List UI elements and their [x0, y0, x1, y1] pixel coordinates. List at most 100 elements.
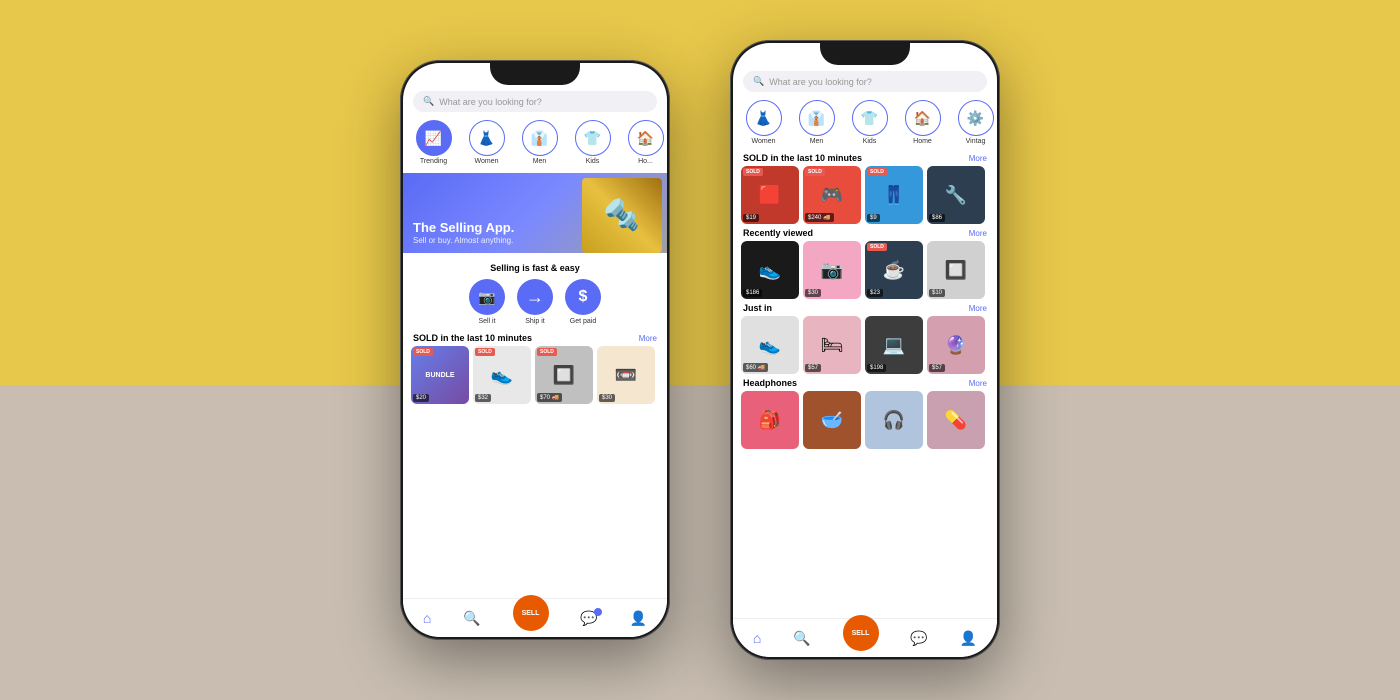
product-right-sold-0[interactable]: 🟥 SOLD $19	[741, 166, 799, 224]
cat-women[interactable]: 👗 Women	[464, 120, 509, 165]
cat-right-icon-kids: 👕	[852, 100, 888, 136]
sell-button-right[interactable]: SELL	[843, 615, 879, 651]
cat-right-men[interactable]: 👔 Men	[794, 100, 839, 145]
price-left-3: $30	[599, 394, 615, 402]
justin-more-right[interactable]: More	[969, 304, 987, 313]
sell-button-left[interactable]: SELL	[513, 595, 549, 631]
cat-right-kids[interactable]: 👕 Kids	[847, 100, 892, 145]
hero-subtitle-left: Sell or buy. Almost anything.	[413, 236, 514, 245]
bottom-nav-right: ⌂ 🔍 SELL 💬 👤	[733, 618, 997, 657]
search-bar-left[interactable]: 🔍 What are you looking for?	[413, 91, 657, 112]
nav-messages-right[interactable]: 💬	[910, 630, 927, 647]
sold-more-right[interactable]: More	[969, 154, 987, 163]
step-sell-icon: 📷	[469, 279, 505, 315]
search-nav-icon-right: 🔍	[793, 630, 810, 647]
messages-badge-left	[594, 608, 602, 616]
nav-sell-right[interactable]: SELL	[843, 625, 879, 651]
step-getpaid[interactable]: $ Get paid	[565, 279, 601, 325]
price-right-ji-3: $57	[929, 364, 945, 372]
product-right-ji-2[interactable]: 💻 $198	[865, 316, 923, 374]
recently-title-right: Recently viewed	[743, 228, 813, 238]
search-placeholder-left: What are you looking for?	[439, 97, 542, 107]
product-img-right-hp-1: 🥣	[803, 391, 861, 449]
home-icon-left: ⌂	[423, 610, 431, 626]
product-left-0[interactable]: BUNDLE SOLD $20	[411, 346, 469, 404]
price-left-2: $70 🚚	[537, 393, 562, 402]
fast-steps: 📷 Sell it → Ship it $ Get paid	[413, 279, 657, 325]
cat-right-label-kids: Kids	[863, 138, 877, 145]
fast-title: Selling is fast & easy	[413, 263, 657, 273]
cat-right-vintage[interactable]: ⚙️ Vintag	[953, 100, 997, 145]
cat-label-home: Ho...	[638, 158, 653, 165]
product-left-2[interactable]: 🔲 SOLD $70 🚚	[535, 346, 593, 404]
cat-kids[interactable]: 👕 Kids	[570, 120, 615, 165]
cat-right-icon-women: 👗	[746, 100, 782, 136]
product-img-right-hp-2: 🎧	[865, 391, 923, 449]
cat-right-women[interactable]: 👗 Women	[741, 100, 786, 145]
product-right-rv-1[interactable]: 📷 $30	[803, 241, 861, 299]
product-right-ji-3[interactable]: 🔮 $57	[927, 316, 985, 374]
price-right-sold-2: $9	[867, 214, 880, 222]
product-right-ji-0[interactable]: 👟 $60 🚚	[741, 316, 799, 374]
sold-products-left: BUNDLE SOLD $20 👟 SOLD $32 🔲 SOLD $70 🚚	[403, 346, 667, 404]
step-getpaid-label: Get paid	[570, 318, 596, 325]
step-sell[interactable]: 📷 Sell it	[469, 279, 505, 325]
search-icon-right: 🔍	[753, 76, 764, 87]
cat-icon-women: 👗	[469, 120, 505, 156]
product-right-ji-1[interactable]: 🛏 $57	[803, 316, 861, 374]
nav-search-right[interactable]: 🔍	[793, 630, 810, 647]
product-right-hp-0[interactable]: 🎒	[741, 391, 799, 449]
sold-badge-right-0: SOLD	[743, 168, 763, 176]
screen-left: 🔍 What are you looking for? 📈 Trending 👗…	[403, 63, 667, 637]
nav-sell-left[interactable]: SELL	[513, 605, 549, 631]
headphones-header-right: Headphones More	[733, 374, 997, 391]
cat-men[interactable]: 👔 Men	[517, 120, 562, 165]
product-right-rv-3[interactable]: 🔲 $10	[927, 241, 985, 299]
price-right-ji-0: $60 🚚	[743, 363, 768, 372]
product-right-sold-1[interactable]: 🎮 SOLD $240 🚚	[803, 166, 861, 224]
cat-trending[interactable]: 📈 Trending	[411, 120, 456, 165]
sold-header-right: SOLD in the last 10 minutes More	[733, 149, 997, 166]
nav-search-left[interactable]: 🔍	[463, 610, 480, 627]
step-ship[interactable]: → Ship it	[517, 279, 553, 325]
product-right-rv-0[interactable]: 👟 $186	[741, 241, 799, 299]
product-right-hp-1[interactable]: 🥣	[803, 391, 861, 449]
product-right-rv-2[interactable]: ☕ SOLD $23	[865, 241, 923, 299]
nav-home-right[interactable]: ⌂	[753, 630, 761, 646]
product-left-3[interactable]: 📼 $30	[597, 346, 655, 404]
sold-badge-left-0: SOLD	[413, 348, 433, 356]
search-bar-right[interactable]: 🔍 What are you looking for?	[743, 71, 987, 92]
cat-icon-kids: 👕	[575, 120, 611, 156]
headphones-title-right: Headphones	[743, 378, 797, 388]
nav-home-left[interactable]: ⌂	[423, 610, 431, 626]
screen-right: 🔍 What are you looking for? 👗 Women 👔 Me…	[733, 43, 997, 657]
cat-right-home[interactable]: 🏠 Home	[900, 100, 945, 145]
sold-products-right: 🟥 SOLD $19 🎮 SOLD $240 🚚 👖 SOLD $9	[733, 166, 997, 224]
nav-messages-left[interactable]: 💬	[580, 610, 597, 627]
sold-badge-right-rv-2: SOLD	[867, 243, 887, 251]
fast-section: Selling is fast & easy 📷 Sell it → Ship …	[403, 257, 667, 329]
product-right-sold-3[interactable]: 🔧 $86	[927, 166, 985, 224]
nav-profile-right[interactable]: 👤	[960, 630, 977, 647]
search-nav-icon-left: 🔍	[463, 610, 480, 627]
recently-more-right[interactable]: More	[969, 229, 987, 238]
profile-icon-right: 👤	[960, 630, 977, 647]
hero-banner-left: The Selling App. Sell or buy. Almost any…	[403, 173, 667, 253]
product-right-hp-3[interactable]: 💊	[927, 391, 985, 449]
cat-label-men: Men	[533, 158, 547, 165]
sold-badge-right-2: SOLD	[867, 168, 887, 176]
sold-more-left[interactable]: More	[639, 334, 657, 343]
phones-container: 🔍 What are you looking for? 📈 Trending 👗…	[400, 40, 1000, 660]
categories-left: 📈 Trending 👗 Women 👔 Men 👕 Kids	[403, 116, 667, 169]
search-icon-left: 🔍	[423, 96, 434, 107]
product-left-1[interactable]: 👟 SOLD $32	[473, 346, 531, 404]
cat-label-women: Women	[475, 158, 499, 165]
cat-label-kids: Kids	[586, 158, 600, 165]
cat-right-label-home: Home	[913, 138, 932, 145]
cat-home[interactable]: 🏠 Ho...	[623, 120, 667, 165]
search-placeholder-right: What are you looking for?	[769, 77, 872, 87]
product-right-hp-2[interactable]: 🎧	[865, 391, 923, 449]
product-right-sold-2[interactable]: 👖 SOLD $9	[865, 166, 923, 224]
nav-profile-left[interactable]: 👤	[630, 610, 647, 627]
headphones-more-right[interactable]: More	[969, 379, 987, 388]
